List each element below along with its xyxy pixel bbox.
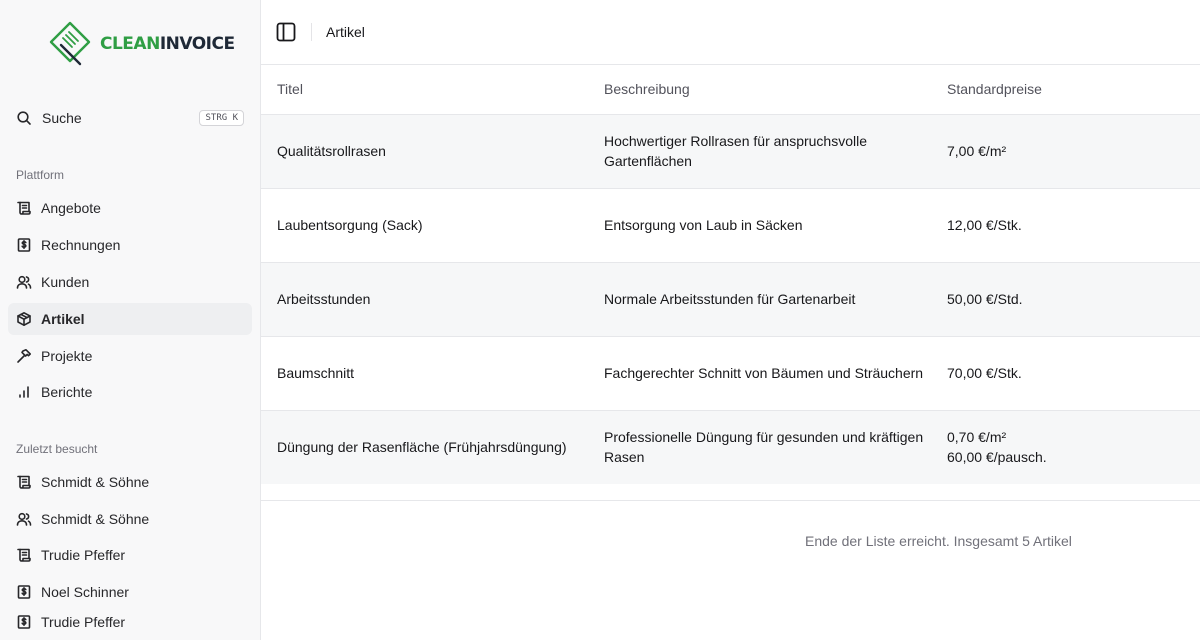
sidebar-item-angebote[interactable]: Angebote — [8, 192, 252, 224]
sidebar-item-label: Rechnungen — [41, 237, 121, 253]
recent-item[interactable]: Trudie Pfeffer — [8, 607, 252, 637]
hammer-icon — [16, 348, 32, 364]
cell-title: Düngung der Rasenfläche (Frühjahrsdüngun… — [261, 410, 604, 484]
cell-title: Qualitätsrollrasen — [261, 114, 604, 189]
search-button[interactable]: Suche STRG K — [8, 102, 252, 134]
table-row[interactable]: Düngung der Rasenfläche (Frühjahrsdüngun… — [261, 410, 1200, 484]
scroll-icon — [16, 474, 32, 490]
column-header-description[interactable]: Beschreibung — [604, 65, 947, 115]
receipt-dollar-icon — [16, 237, 32, 253]
search-label: Suche — [42, 110, 82, 126]
sidebar-item-label: Berichte — [41, 384, 93, 400]
recent-item-label: Trudie Pfeffer — [41, 614, 126, 630]
search-shortcut: STRG K — [199, 110, 244, 126]
column-header-prices[interactable]: Standardpreise — [947, 65, 1200, 115]
table-row[interactable]: Laubentsorgung (Sack) Entsorgung von Lau… — [261, 188, 1200, 263]
package-icon — [16, 311, 32, 327]
sidebar: CLEANINVOICE Suche STRG K Plattform Ange… — [0, 0, 261, 640]
sidebar-item-label: Projekte — [41, 348, 93, 364]
recent-item[interactable]: Schmidt & Söhne — [8, 466, 252, 498]
cell-prices: 50,00 €/Std. — [947, 262, 1200, 337]
cell-prices: 70,00 €/Stk. — [947, 336, 1200, 411]
column-header-title[interactable]: Titel — [261, 65, 604, 115]
table-row[interactable]: Arbeitsstunden Normale Arbeitsstunden fü… — [261, 262, 1200, 337]
recent-item[interactable]: Noel Schinner — [8, 576, 252, 608]
items-table: Titel Beschreibung Standardpreise Qualit… — [261, 65, 1200, 484]
sidebar-item-rechnungen[interactable]: Rechnungen — [8, 229, 252, 261]
cell-description: Hochwertiger Rollrasen für anspruchsvoll… — [604, 114, 947, 189]
table-row[interactable]: Qualitätsrollrasen Hochwertiger Rollrase… — [261, 114, 1200, 189]
breadcrumb[interactable]: Artikel — [326, 24, 365, 40]
scroll-icon — [16, 200, 32, 216]
receipt-dollar-icon — [16, 614, 32, 630]
cell-title: Baumschnitt — [261, 336, 604, 411]
recent-item-label: Schmidt & Söhne — [41, 474, 150, 490]
section-label-platform: Plattform — [16, 168, 65, 182]
cell-description: Fachgerechter Schnitt von Bäumen und Str… — [604, 336, 947, 411]
recent-item-label: Noel Schinner — [41, 584, 129, 600]
search-icon — [17, 111, 31, 125]
table-row[interactable]: Baumschnitt Fachgerechter Schnitt von Bä… — [261, 336, 1200, 411]
price-line: 0,70 €/m² — [947, 429, 1007, 446]
breadcrumb-separator — [311, 23, 312, 41]
cell-prices: 7,00 €/m² — [947, 114, 1200, 189]
recent-item[interactable]: Trudie Pfeffer — [8, 539, 252, 571]
price-line: 12,00 €/Stk. — [947, 217, 1022, 233]
price-line: 60,00 €/pausch. — [947, 449, 1047, 466]
cell-description: Entsorgung von Laub in Säcken — [604, 188, 947, 263]
price-line: 7,00 €/m² — [947, 143, 1007, 159]
recent-item[interactable]: Schmidt & Söhne — [8, 503, 252, 535]
price-line: 70,00 €/Stk. — [947, 365, 1022, 381]
brand-name-part2: INVOICE — [159, 34, 235, 54]
top-bar: Artikel — [261, 0, 1200, 65]
sidebar-item-projekte[interactable]: Projekte — [8, 340, 252, 372]
section-label-recent: Zuletzt besucht — [16, 442, 98, 456]
bar-chart-icon — [16, 384, 32, 400]
receipt-dollar-icon — [16, 584, 32, 600]
cell-prices: 12,00 €/Stk. — [947, 188, 1200, 263]
users-icon — [16, 274, 32, 290]
sidebar-toggle-button[interactable] — [275, 21, 297, 43]
main-content: Artikel Titel Beschreibung Standardpreis… — [261, 0, 1200, 640]
cell-title: Laubentsorgung (Sack) — [261, 188, 604, 263]
cell-title: Arbeitsstunden — [261, 262, 604, 337]
items-table-container: Titel Beschreibung Standardpreise Qualit… — [261, 65, 1200, 501]
cell-prices: 0,70 €/m² 60,00 €/pausch. — [947, 410, 1200, 484]
sidebar-item-berichte[interactable]: Berichte — [8, 376, 252, 408]
price-line: 50,00 €/Std. — [947, 291, 1023, 307]
cell-description: Normale Arbeitsstunden für Gartenarbeit — [604, 262, 947, 337]
scroll-icon — [16, 547, 32, 563]
cell-description: Professionelle Düngung für gesunden und … — [604, 410, 947, 484]
recent-item-label: Trudie Pfeffer — [41, 547, 126, 563]
sidebar-item-label: Kunden — [41, 274, 90, 290]
sidebar-item-label: Artikel — [41, 311, 85, 327]
sidebar-toggle-icon — [276, 22, 296, 42]
recent-item-label: Schmidt & Söhne — [41, 511, 150, 527]
logo-icon — [49, 21, 91, 66]
users-icon — [16, 511, 32, 527]
brand-name-part1: CLEAN — [100, 34, 160, 54]
brand-logo[interactable]: CLEANINVOICE — [48, 20, 235, 68]
sidebar-item-label: Angebote — [41, 200, 101, 216]
sidebar-item-kunden[interactable]: Kunden — [8, 266, 252, 298]
brand-name: CLEANINVOICE — [100, 34, 235, 54]
table-header-row: Titel Beschreibung Standardpreise — [261, 65, 1200, 115]
list-end-note: Ende der Liste erreicht. Insgesamt 5 Art… — [805, 533, 1072, 549]
sidebar-item-artikel[interactable]: Artikel — [8, 303, 252, 335]
